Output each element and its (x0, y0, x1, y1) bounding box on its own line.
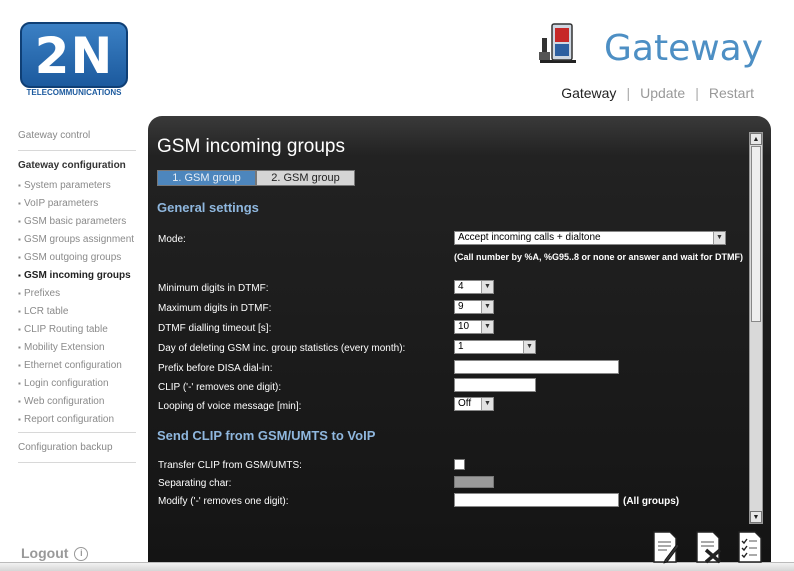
main-panel: GSM incoming groups 1. GSM group 2. GSM … (148, 116, 771, 566)
sidebar-gateway-control[interactable]: Gateway control (18, 124, 136, 147)
sidebar-item-gsm-outgoing-groups[interactable]: GSM outgoing groups (18, 249, 136, 267)
separator-label: Separating char: (158, 478, 232, 489)
product-title: Gateway (604, 28, 764, 69)
stats-day-value: 1 (458, 341, 464, 352)
timeout-select[interactable]: 10 ▼ (454, 320, 494, 334)
sidebar-configuration-backup[interactable]: Configuration backup (18, 436, 136, 459)
chevron-down-icon: ▼ (481, 398, 493, 410)
min-digits-select[interactable]: 4 ▼ (454, 280, 494, 294)
tab-gsm-group-1[interactable]: 1. GSM group (157, 170, 256, 186)
sidebar-item-gsm-groups-assignment[interactable]: GSM groups assignment (18, 231, 136, 249)
sidebar-item-ethernet-configuration[interactable]: Ethernet configuration (18, 357, 136, 375)
chevron-down-icon: ▼ (481, 301, 493, 313)
sidebar-item-voip-parameters[interactable]: VoIP parameters (18, 195, 136, 213)
logo-text: 2N (34, 27, 114, 85)
chevron-down-icon: ▼ (481, 281, 493, 293)
looping-value: Off (458, 398, 472, 409)
power-icon: i (74, 547, 89, 562)
sidebar-divider (18, 150, 136, 151)
timeout-label: DTMF dialling timeout [s]: (158, 323, 272, 334)
nav-update-link[interactable]: Update (640, 85, 685, 101)
document-cross-icon[interactable] (694, 530, 722, 564)
document-pen-icon[interactable] (651, 530, 679, 564)
chevron-down-icon: ▼ (481, 321, 493, 333)
stats-day-select[interactable]: 1 ▼ (454, 340, 536, 354)
mode-select[interactable]: Accept incoming calls + dialtone ▼ (454, 231, 726, 245)
sidebar-item-web-configuration[interactable]: Web configuration (18, 393, 136, 411)
mode-label: Mode: (158, 234, 186, 245)
logout-button[interactable]: Logout i (21, 545, 89, 562)
chevron-down-icon: ▼ (523, 341, 535, 353)
sidebar-divider (18, 462, 136, 463)
sidebar: Gateway control Gateway configuration Sy… (18, 124, 136, 466)
page-title: GSM incoming groups (157, 136, 345, 157)
brand-logo[interactable]: 2N (20, 22, 128, 88)
top-navigation: Gateway | Update | Restart (561, 85, 754, 101)
gateway-phone-icon (539, 23, 576, 63)
min-digits-label: Minimum digits in DTMF: (158, 283, 269, 294)
group-tabs: 1. GSM group 2. GSM group (157, 170, 355, 186)
transfer-clip-label: Transfer CLIP from GSM/UMTS: (158, 460, 302, 471)
prefix-input[interactable] (454, 360, 619, 374)
nav-restart-link[interactable]: Restart (709, 85, 754, 101)
looping-select[interactable]: Off ▼ (454, 397, 494, 411)
mode-note: (Call number by %A, %G95..8 or none or a… (454, 252, 744, 262)
min-digits-value: 4 (458, 281, 464, 292)
mode-select-value: Accept incoming calls + dialtone (458, 232, 601, 243)
logout-label: Logout (21, 545, 69, 561)
logo-subtitle: TELECOMMUNICATIONS (26, 88, 122, 97)
scrollbar-thumb[interactable] (751, 146, 761, 322)
sidebar-item-prefixes[interactable]: Prefixes (18, 285, 136, 303)
max-digits-value: 9 (458, 301, 464, 312)
looping-label: Looping of voice message [min]: (158, 401, 302, 412)
section-general-settings: General settings (157, 200, 259, 215)
prefix-label: Prefix before DISA dial-in: (158, 363, 273, 374)
separator-input[interactable] (454, 476, 494, 488)
sidebar-divider (18, 432, 136, 433)
document-checklist-icon[interactable] (736, 530, 764, 564)
max-digits-label: Maximum digits in DTMF: (158, 303, 272, 314)
sidebar-gateway-configuration[interactable]: Gateway configuration (18, 154, 136, 177)
sidebar-item-report-configuration[interactable]: Report configuration (18, 411, 136, 429)
sidebar-item-lcr-table[interactable]: LCR table (18, 303, 136, 321)
panel-scrollbar[interactable]: ▲ ▼ (749, 132, 763, 524)
clip-input[interactable] (454, 378, 536, 392)
sidebar-item-system-parameters[interactable]: System parameters (18, 177, 136, 195)
modify-input[interactable] (454, 493, 619, 507)
all-groups-note: (All groups) (623, 496, 680, 507)
sidebar-item-clip-routing-table[interactable]: CLIP Routing table (18, 321, 136, 339)
sidebar-item-login-configuration[interactable]: Login configuration (18, 375, 136, 393)
max-digits-select[interactable]: 9 ▼ (454, 300, 494, 314)
sidebar-item-gsm-basic-parameters[interactable]: GSM basic parameters (18, 213, 136, 231)
transfer-clip-checkbox[interactable] (454, 459, 465, 470)
scroll-down-icon[interactable]: ▼ (750, 511, 762, 523)
scroll-up-icon[interactable]: ▲ (750, 133, 762, 145)
modify-label: Modify ('-' removes one digit): (158, 496, 289, 507)
timeout-value: 10 (458, 321, 470, 332)
tab-gsm-group-2[interactable]: 2. GSM group (256, 170, 355, 186)
stats-day-label: Day of deleting GSM inc. group statistic… (158, 343, 406, 354)
section-send-clip: Send CLIP from GSM/UMTS to VoIP (157, 428, 376, 443)
sidebar-item-gsm-incoming-groups[interactable]: GSM incoming groups (18, 267, 136, 285)
clip-label: CLIP ('-' removes one digit): (158, 382, 282, 393)
nav-gateway-link[interactable]: Gateway (561, 85, 616, 101)
sidebar-item-mobility-extension[interactable]: Mobility Extension (18, 339, 136, 357)
chevron-down-icon: ▼ (713, 232, 725, 244)
